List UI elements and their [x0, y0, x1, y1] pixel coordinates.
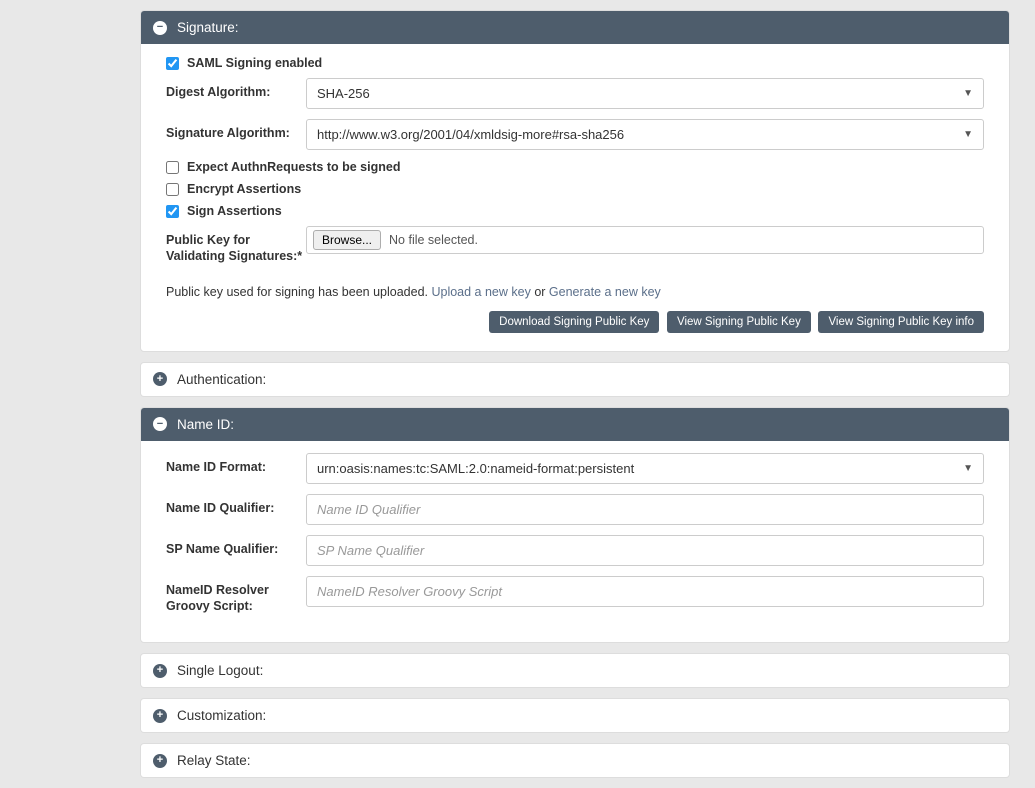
signature-body: SAML Signing enabled Digest Algorithm: S… — [141, 44, 1009, 351]
plus-icon: + — [153, 664, 167, 678]
nameid-format-label: Name ID Format: — [166, 453, 306, 475]
customization-title: Customization: — [177, 708, 266, 723]
download-signing-key-button[interactable]: Download Signing Public Key — [489, 311, 659, 333]
sp-name-qualifier-input[interactable] — [306, 535, 984, 566]
nameid-body: Name ID Format: urn:oasis:names:tc:SAML:… — [141, 441, 1009, 643]
sp-name-qualifier-label: SP Name Qualifier: — [166, 535, 306, 557]
saml-signing-enabled-checkbox[interactable] — [166, 57, 179, 70]
nameid-format-value: urn:oasis:names:tc:SAML:2.0:nameid-forma… — [317, 461, 634, 476]
plus-icon: + — [153, 372, 167, 386]
signature-algorithm-value: http://www.w3.org/2001/04/xmldsig-more#r… — [317, 127, 624, 142]
signature-algorithm-select[interactable]: http://www.w3.org/2001/04/xmldsig-more#r… — [306, 119, 984, 150]
view-signing-key-button[interactable]: View Signing Public Key — [667, 311, 811, 333]
public-key-file-input: Browse... No file selected. — [306, 226, 984, 254]
relay-state-header[interactable]: + Relay State: — [141, 744, 1009, 777]
digest-algorithm-select[interactable]: SHA-256 ▼ — [306, 78, 984, 109]
sign-assertions-checkbox[interactable] — [166, 205, 179, 218]
single-logout-panel: + Single Logout: — [140, 653, 1010, 688]
view-signing-key-info-button[interactable]: View Signing Public Key info — [818, 311, 984, 333]
minus-icon: − — [153, 417, 167, 431]
nameid-panel: − Name ID: Name ID Format: urn:oasis:nam… — [140, 407, 1010, 644]
signature-title: Signature: — [177, 20, 239, 35]
digest-algorithm-label: Digest Algorithm: — [166, 78, 306, 100]
nameid-qualifier-label: Name ID Qualifier: — [166, 494, 306, 516]
chevron-down-icon: ▼ — [963, 463, 973, 474]
generate-new-key-link[interactable]: Generate a new key — [549, 285, 661, 299]
chevron-down-icon: ▼ — [963, 88, 973, 99]
minus-icon: − — [153, 21, 167, 35]
nameid-title: Name ID: — [177, 417, 234, 432]
single-logout-title: Single Logout: — [177, 663, 263, 678]
authentication-panel: + Authentication: — [140, 362, 1010, 397]
sign-assertions-label: Sign Assertions — [187, 204, 282, 218]
signature-panel: − Signature: SAML Signing enabled Digest… — [140, 10, 1010, 352]
browse-button[interactable]: Browse... — [313, 230, 381, 250]
customization-header[interactable]: + Customization: — [141, 699, 1009, 732]
signing-key-buttons: Download Signing Public Key View Signing… — [166, 311, 984, 333]
signature-algorithm-label: Signature Algorithm: — [166, 119, 306, 141]
plus-icon: + — [153, 754, 167, 768]
public-key-label: Public Key for Validating Signatures:* — [166, 226, 306, 265]
upload-info-text: Public key used for signing has been upl… — [166, 285, 984, 299]
nameid-resolver-label: NameID Resolver Groovy Script: — [166, 576, 306, 615]
saml-signing-enabled-label: SAML Signing enabled — [187, 56, 322, 70]
relay-state-panel: + Relay State: — [140, 743, 1010, 778]
nameid-header[interactable]: − Name ID: — [141, 408, 1009, 441]
single-logout-header[interactable]: + Single Logout: — [141, 654, 1009, 687]
relay-state-title: Relay State: — [177, 753, 251, 768]
expect-authn-checkbox[interactable] — [166, 161, 179, 174]
signature-header[interactable]: − Signature: — [141, 11, 1009, 44]
authentication-title: Authentication: — [177, 372, 266, 387]
nameid-qualifier-input[interactable] — [306, 494, 984, 525]
expect-authn-label: Expect AuthnRequests to be signed — [187, 160, 400, 174]
digest-algorithm-value: SHA-256 — [317, 86, 370, 101]
authentication-header[interactable]: + Authentication: — [141, 363, 1009, 396]
plus-icon: + — [153, 709, 167, 723]
encrypt-assertions-label: Encrypt Assertions — [187, 182, 301, 196]
nameid-resolver-input[interactable] — [306, 576, 984, 607]
chevron-down-icon: ▼ — [963, 129, 973, 140]
encrypt-assertions-checkbox[interactable] — [166, 183, 179, 196]
nameid-format-select[interactable]: urn:oasis:names:tc:SAML:2.0:nameid-forma… — [306, 453, 984, 484]
upload-new-key-link[interactable]: Upload a new key — [431, 285, 530, 299]
file-status-text: No file selected. — [389, 233, 478, 247]
customization-panel: + Customization: — [140, 698, 1010, 733]
